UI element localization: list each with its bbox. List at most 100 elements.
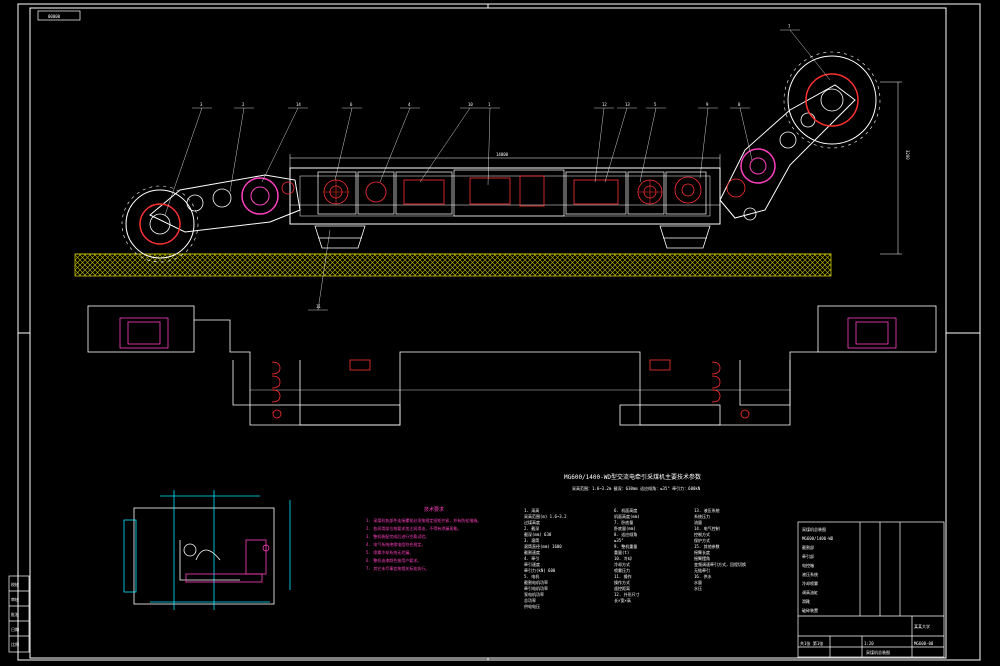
part-number-label: 3 xyxy=(200,102,203,107)
title-block-row: 牵引部 xyxy=(802,553,814,559)
param-line: 泵电机功率 xyxy=(524,591,544,597)
ground-hatch xyxy=(74,253,832,277)
param-line: 牵引力(kN) 600 xyxy=(524,567,556,573)
tech-requirement-line: 4. 电气系统绝缘电阻符合规定。 xyxy=(366,541,425,547)
param-line: 6. 机面高度 xyxy=(614,507,637,513)
param-line: 8. 适应倾角 xyxy=(614,531,637,537)
param-line: 2. 截深 xyxy=(524,525,539,531)
param-line: 长×宽×高 xyxy=(614,597,631,603)
tech-requirement-line: 1. 采煤机各部件连接螺栓必须按规定扭矩拧紧，并有防松措施。 xyxy=(366,517,481,523)
part-number-label: 5 xyxy=(654,102,657,107)
title-block xyxy=(797,521,945,658)
title-block-company: 某某大学 xyxy=(914,623,930,629)
param-line: 牵引速度 xyxy=(524,561,540,567)
left-drum xyxy=(121,185,199,263)
param-line: 11. 操作 xyxy=(614,573,632,579)
param-line: 牵引电机功率 xyxy=(524,585,548,591)
part-number-label: 2 xyxy=(242,102,245,107)
param-line: 1. 采高 xyxy=(524,507,539,513)
param-line: 水量 xyxy=(694,579,702,585)
title-block-row: 滑靴 xyxy=(802,598,810,604)
left-strip-label: 批准 xyxy=(11,611,19,617)
param-line: 卧底量(mm) xyxy=(614,525,636,531)
param-line: 控制方式 xyxy=(694,531,710,537)
leader-line xyxy=(639,107,657,183)
param-line: 重量(t) xyxy=(614,549,629,555)
side-view: 14800 3200 123 4 56789101112 1314 xyxy=(74,24,910,311)
param-line: 冷却方式 xyxy=(614,561,630,567)
param-line: 3. 滚筒 xyxy=(524,537,539,543)
param-line: 截深(mm) 630 xyxy=(524,531,552,537)
param-line: 无链牵引 xyxy=(694,567,710,573)
part-number-label: 11 xyxy=(316,304,321,309)
param-line: 10. 冷却 xyxy=(614,555,632,561)
title-block-row: 破碎装置 xyxy=(802,607,818,613)
tech-requirements-title: 技术要求 xyxy=(424,506,444,513)
tech-requirement-line: 7. 其它未尽事宜按相关标准执行。 xyxy=(366,565,429,571)
param-line: 13. 液压系统 xyxy=(694,507,720,513)
title-block-row: 采煤机总装图 xyxy=(802,526,826,532)
leader-line xyxy=(487,107,491,186)
tech-requirements: 1. 采煤机各部件连接螺栓必须按规定扭矩拧紧，并有防松措施。 2. 各润滑部位按要… xyxy=(366,517,481,571)
param-line: 摇臂长度 xyxy=(694,549,710,555)
leader-line xyxy=(594,107,605,183)
param-line: 机面高度(mm) xyxy=(614,513,640,519)
param-line: 过煤高度 xyxy=(524,519,540,525)
param-line: 截割速度 xyxy=(524,549,540,555)
param-line: ≤35° xyxy=(614,538,624,543)
param-line: 14. 电气控制 xyxy=(694,525,720,531)
params-col2: 6. 机面高度 机面高度(mm)7. 卧底量 卧底量(mm)8. 适应倾角 ≤3… xyxy=(614,507,640,603)
param-line: 12. 外形尺寸 xyxy=(614,591,640,597)
tech-requirement-line: 2. 各润滑部位按要求加注润滑油，不得有渗漏现象。 xyxy=(366,525,461,531)
param-line: 保护方式 xyxy=(694,537,710,543)
part-number-label: 8 xyxy=(738,102,741,107)
title-block-rows: 采煤机总装图 MG600/1400-WD 截割部牵引部电控箱液压系统冷却喷雾调高油缸… xyxy=(802,526,834,613)
plan-details xyxy=(119,317,897,419)
part-number-label: 1 xyxy=(488,102,491,107)
title-block-row: 液压系统 xyxy=(802,571,818,577)
title-block-row: 电控箱 xyxy=(802,562,814,568)
section-detail xyxy=(123,490,291,610)
param-line: 操作方式 xyxy=(614,579,630,585)
leader-line xyxy=(789,29,831,81)
title-block-name: 采煤机总装图 xyxy=(866,649,890,655)
title-block-sheet: 共1张 第1张 xyxy=(800,640,823,646)
param-line: 5. 电机 xyxy=(524,573,539,579)
param-line: 流量 xyxy=(694,519,702,525)
param-line: 供电电压 xyxy=(524,603,540,609)
tech-requirement-line: 5. 喷雾冷却系统无泄漏。 xyxy=(366,549,413,555)
part-number-label: 4 xyxy=(408,102,411,107)
param-line: 16. 供水 xyxy=(694,573,712,579)
part-number-label: 13 xyxy=(625,102,630,107)
tech-requirement-line: 3. 整机装配完成后进行空载试验。 xyxy=(366,533,429,539)
title-block-drawing-no: MG600-00 xyxy=(914,641,934,646)
title-block-row: MG600/1400-WD xyxy=(802,536,834,541)
param-line: 截割电机功率 xyxy=(524,579,548,585)
machine-body xyxy=(289,167,721,225)
param-line: 滚筒直径(mm) 1600 xyxy=(524,543,562,549)
param-line: 水压 xyxy=(694,585,702,591)
left-strip-label: 比例 xyxy=(11,641,19,647)
param-line: 遥控距离 xyxy=(614,585,630,591)
param-line: 系统压力 xyxy=(694,513,710,519)
part-number-label: 7 xyxy=(788,24,791,29)
param-line: 7. 卧底量 xyxy=(614,519,633,525)
part-number-label: 6 xyxy=(350,102,353,107)
title-block-row: 冷却喷雾 xyxy=(802,580,818,586)
leader-line xyxy=(334,107,353,181)
part-number-label: 10 xyxy=(468,102,473,107)
main-title: MG600/1400-WD型交流电牵引采煤机主要技术参数 xyxy=(564,473,701,481)
leader-line xyxy=(379,107,411,183)
params-col3: 13. 液压系统 系统压力 流量14. 电气控制 控制方式 保护方式15. 其他… xyxy=(694,507,746,591)
leader-line xyxy=(604,107,628,183)
leader-line xyxy=(739,107,753,161)
leader-line xyxy=(261,107,299,183)
title-block-scale: 1:20 xyxy=(864,641,874,646)
param-line: 总功率 xyxy=(524,597,536,603)
param-line: 15. 其他参数 xyxy=(694,543,720,549)
part-number-label: 14 xyxy=(296,102,301,107)
param-line: 4. 牵引 xyxy=(524,555,539,561)
right-drum xyxy=(783,51,881,149)
title-block-row: 调高油缸 xyxy=(802,589,818,595)
param-line: 喷雾压力 xyxy=(614,567,630,573)
